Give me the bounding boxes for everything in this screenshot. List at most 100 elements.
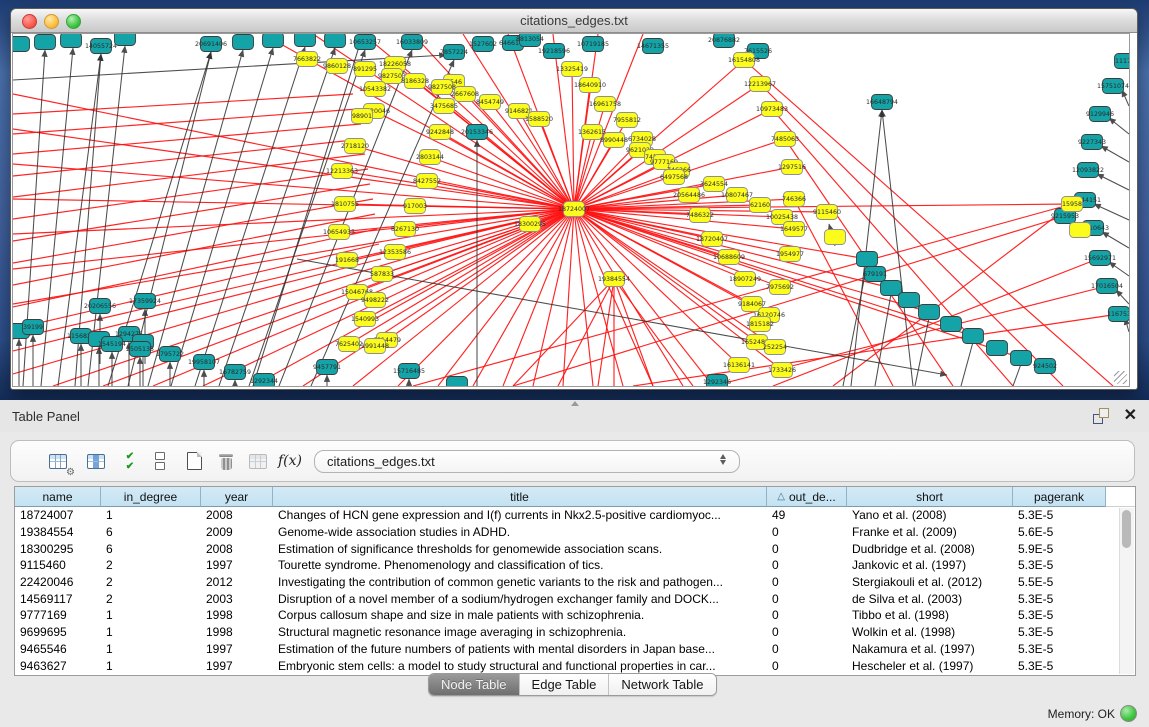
column-header-pagerank[interactable]: pagerank [1013,487,1106,507]
network-node[interactable]: 8454749 [476,95,504,110]
deselect-all-icon[interactable] [147,448,173,474]
network-node[interactable]: 15958 [1062,197,1083,212]
network-node[interactable]: 12213363 [326,164,358,179]
network-node[interactable] [899,293,920,308]
new-column-icon[interactable] [181,448,207,474]
network-node[interactable]: 8990448 [600,133,628,148]
table-row[interactable]: 1872400712008Changes of HCN gene express… [15,507,1135,524]
network-node[interactable]: 2667608 [451,87,479,102]
table-settings-icon[interactable]: ⚙ [45,448,71,474]
column-header-year[interactable]: year [201,487,273,507]
network-node[interactable]: 10654935 [323,225,355,240]
network-node[interactable]: 1649577 [780,222,808,237]
network-node[interactable]: 16136141 [723,358,755,373]
network-node[interactable] [35,35,56,50]
table-row[interactable]: 969969511998Structural magnetic resonanc… [15,624,1135,641]
network-node[interactable]: 16961758 [589,97,621,112]
network-graph[interactable]: 1405572420691406106532571603380978572241… [13,34,1129,386]
network-node[interactable]: 2505135 [126,342,154,357]
network-node[interactable]: 10807467 [721,188,753,203]
network-node[interactable]: 252254 [763,340,787,355]
window-titlebar[interactable]: citations_edges.txt [11,9,1137,33]
network-node[interactable]: 11172 [1115,54,1130,69]
network-node[interactable]: 1733426 [768,363,796,378]
table-row[interactable]: 2242004622012Investigating the contribut… [15,574,1135,591]
network-node[interactable]: 8267130 [391,222,419,237]
table-row[interactable]: 1456911722003Disruption of a novel membe… [15,590,1135,607]
network-node[interactable]: 1292346 [703,375,731,387]
network-node[interactable]: 7625402 [335,337,363,352]
network-node[interactable] [963,329,984,344]
network-node[interactable]: 17016504 [1091,279,1123,294]
network-node[interactable]: 679191 [863,267,887,282]
network-node[interactable]: 15716485 [393,364,425,379]
network-node[interactable]: 15751074 [1097,79,1129,94]
network-node[interactable]: 18640910 [574,78,606,93]
network-node[interactable]: 98901 [352,109,373,124]
network-node[interactable]: 924502 [1033,359,1057,374]
network-node[interactable]: 746366 [782,192,806,207]
network-node[interactable]: 7975692 [766,280,794,295]
network-node[interactable]: 13325419 [556,62,588,77]
network-node[interactable]: 18907249 [729,272,761,287]
network-node[interactable]: 62160 [750,198,771,213]
tab-node-table[interactable]: Node Table [429,674,520,695]
network-node[interactable]: 1810755 [331,197,359,212]
network-node[interactable]: 2803144 [416,150,444,165]
network-node[interactable] [295,34,316,47]
network-node[interactable]: 7955812 [613,113,641,128]
network-node[interactable]: 3624554 [700,177,728,192]
column-header-out_de[interactable]: △out_de... [767,487,847,507]
network-node[interactable] [1011,351,1032,366]
tab-network-table[interactable]: Network Table [609,674,715,695]
network-node[interactable]: 7485063 [771,132,799,147]
network-node[interactable]: 39199 [23,320,44,335]
network-node[interactable]: 9242848 [426,125,454,140]
network-node[interactable]: 7663822 [293,52,321,67]
network-node[interactable]: 1545194 [98,337,126,352]
network-node[interactable]: 191668 [335,253,359,268]
network-node[interactable]: 8186328 [401,74,429,89]
delete-column-icon[interactable] [213,448,239,474]
delete-table-icon[interactable] [245,448,271,474]
table-row[interactable]: 1830029562008Estimation of significance … [15,540,1135,557]
network-node[interactable]: 1815182 [746,317,774,332]
network-node[interactable]: 1991448 [361,339,389,354]
network-node[interactable] [825,230,846,245]
network-node[interactable]: 7857224 [440,45,468,60]
network-node[interactable]: 16782759 [219,365,251,380]
network-node[interactable]: 19218596 [538,44,570,59]
float-panel-icon[interactable] [1093,408,1109,424]
network-node[interactable]: 9860128 [323,59,351,74]
network-node[interactable]: 12213967 [744,77,776,92]
network-node[interactable]: 10719185 [577,37,609,52]
network-node[interactable]: 9227343 [1078,135,1106,150]
splitter-handle[interactable] [571,401,579,406]
scrollbar-thumb[interactable] [1122,510,1131,548]
network-node[interactable]: 7486322 [686,208,714,223]
network-node[interactable]: 1540993 [351,312,379,327]
network-node[interactable]: 20876882 [708,34,740,48]
network-canvas[interactable]: 1405572420691406106532571603380978572241… [12,33,1130,387]
memory-status-icon[interactable] [1120,705,1137,722]
network-node[interactable]: 1795722 [156,347,184,362]
network-node[interactable]: 10653257 [349,35,381,50]
network-node[interactable]: 891295 [353,62,377,77]
network-node[interactable] [263,34,284,48]
network-node[interactable] [115,34,136,46]
network-node[interactable]: 18720407 [696,232,728,247]
column-visibility-icon[interactable] [83,448,109,474]
network-node[interactable] [233,35,254,50]
network-node[interactable]: 9129946 [1086,107,1114,122]
network-node[interactable]: 9498222 [361,293,389,308]
network-node[interactable]: 917003 [403,199,427,214]
function-builder-icon[interactable]: f(x) [277,448,303,474]
network-node[interactable]: 1954977 [776,247,804,262]
network-node[interactable]: 16648794 [866,95,898,110]
network-node[interactable]: 1292344 [250,374,278,387]
network-node[interactable] [881,281,902,296]
network-node[interactable]: 16033809 [396,35,428,50]
network-node[interactable]: 1527602 [469,37,497,52]
table-row[interactable]: 911546021997Tourette syndrome. Phenomeno… [15,557,1135,574]
network-node[interactable]: 587833 [370,267,394,282]
